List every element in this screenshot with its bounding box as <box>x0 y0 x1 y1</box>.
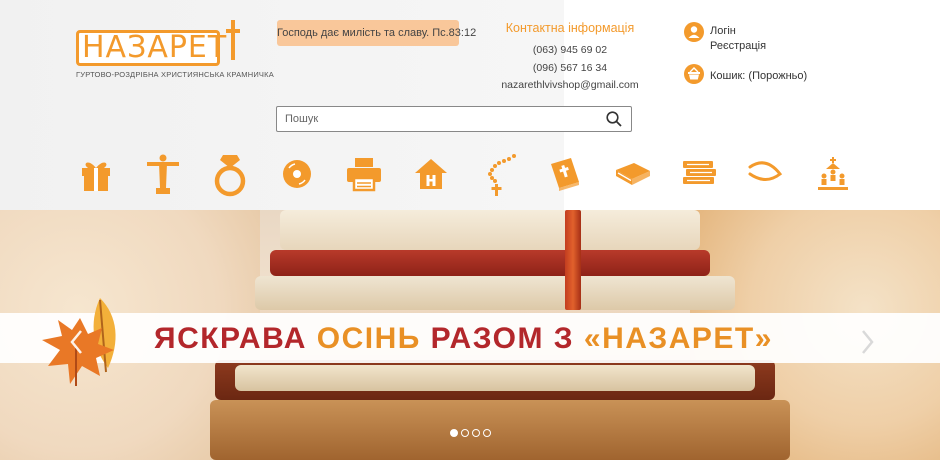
slider-prev-button[interactable] <box>66 325 88 359</box>
category-books[interactable] <box>610 150 654 198</box>
banner-ribbon <box>565 210 581 310</box>
category-jewelry[interactable] <box>208 150 252 198</box>
account-panel: Логін Реєстрація Кошик: (Порожньо) <box>684 22 854 84</box>
home-icon <box>415 159 447 189</box>
slogan-word-2: ОСІНЬ <box>316 322 421 355</box>
slider-dot-3[interactable] <box>472 429 480 437</box>
category-music[interactable] <box>275 150 319 198</box>
chevron-left-icon <box>70 330 82 354</box>
banner-book-middle <box>255 276 735 310</box>
books-stack-icon <box>683 161 716 184</box>
cross-icon <box>226 20 240 60</box>
printer-icon <box>347 158 381 192</box>
slogan-word-3: РАЗОМ З <box>430 322 575 355</box>
basket-icon <box>684 64 704 84</box>
site-header: НАЗАРЕТ ГУРТОВО-РОЗДРІБНА ХРИСТИЯНСЬКА К… <box>0 0 940 210</box>
gift-icon <box>82 162 110 191</box>
slider-pagination <box>450 429 491 439</box>
church-community-icon <box>818 157 848 190</box>
search-button[interactable] <box>605 110 623 128</box>
fish-icon <box>748 161 783 181</box>
category-literature[interactable] <box>677 150 721 198</box>
category-nav <box>74 150 874 198</box>
slogan-word-4: «НАЗАРЕТ» <box>583 322 773 355</box>
slider-next-button[interactable] <box>856 325 878 359</box>
category-home[interactable] <box>409 150 453 198</box>
contact-info: Контактна інформація (063) 945 69 02 (09… <box>500 21 640 95</box>
ring-icon <box>214 155 246 197</box>
category-printing[interactable] <box>342 150 386 198</box>
category-gifts[interactable] <box>74 150 118 198</box>
slogan-word-1: ЯСКРАВА <box>154 322 307 355</box>
category-rosaries[interactable] <box>476 150 520 198</box>
banner-book-pages <box>235 365 755 391</box>
book-icon <box>616 163 650 185</box>
account-links: Логін Реєстрація <box>710 24 766 54</box>
contact-phone-2: (096) 567 16 34 <box>532 61 608 74</box>
banner-book-red <box>270 250 710 276</box>
contact-phone-1: (063) 945 69 02 <box>532 44 608 56</box>
user-icon <box>684 22 704 42</box>
banner-book-bottom <box>210 400 790 460</box>
christ-statue-icon <box>147 154 179 194</box>
register-link[interactable]: Реєстрація <box>710 39 766 54</box>
category-community[interactable] <box>811 150 855 198</box>
cart-row[interactable]: Кошик: (Порожньо) <box>684 64 854 86</box>
promo-slider[interactable]: ЯСКРАВА ОСІНЬ РАЗОМ З «НАЗАРЕТ» <box>0 210 940 460</box>
scripture-quote: Господь дає милість та славу. Пс.83:12 <box>277 20 476 46</box>
cart-label[interactable]: Кошик: (Порожньо) <box>710 69 807 84</box>
banner-book-top <box>280 210 700 250</box>
contact-email[interactable]: nazarethlvivshop@gmail.com <box>500 77 640 95</box>
search-input[interactable] <box>285 110 585 128</box>
slider-dot-1[interactable] <box>450 429 458 437</box>
promo-slogan: ЯСКРАВА ОСІНЬ РАЗОМ З «НАЗАРЕТ» <box>154 323 773 355</box>
slider-dot-4[interactable] <box>483 429 491 437</box>
search-box <box>276 106 632 132</box>
login-row: Логін Реєстрація <box>684 22 854 52</box>
slider-dot-2[interactable] <box>461 429 469 437</box>
logo-tagline: ГУРТОВО-РОЗДРІБНА ХРИСТИЯНСЬКА КРАМНИЧКА <box>76 70 274 79</box>
disc-icon <box>283 160 311 188</box>
search-icon <box>606 111 622 127</box>
login-link[interactable]: Логін <box>710 24 766 39</box>
rosary-icon <box>488 154 516 196</box>
category-bibles[interactable] <box>543 150 587 198</box>
logo-name: НАЗАРЕТ <box>82 30 228 65</box>
category-statues[interactable] <box>141 150 185 198</box>
chevron-right-icon <box>862 330 874 354</box>
site-logo[interactable]: НАЗАРЕТ ГУРТОВО-РОЗДРІБНА ХРИСТИЯНСЬКА К… <box>76 20 274 82</box>
bible-icon <box>551 158 579 191</box>
contact-title: Контактна інформація <box>505 21 635 35</box>
category-symbols[interactable] <box>744 150 788 198</box>
